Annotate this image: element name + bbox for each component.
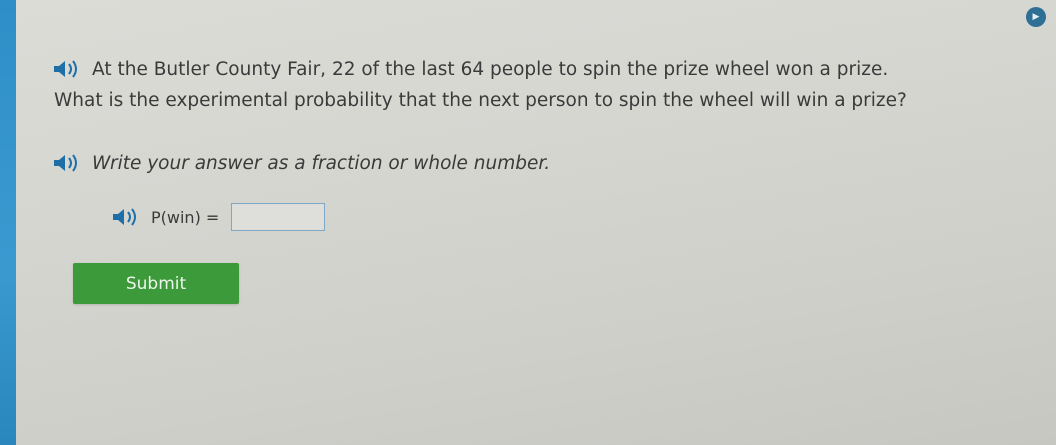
practice-panel: ▶ At the Butler County Fair, 22 of the l… [16,0,1056,445]
speaker-icon[interactable] [52,152,82,174]
answer-input[interactable] [231,203,326,231]
instruction-text: Write your answer as a fraction or whole… [92,152,551,174]
left-accent-bar [0,0,16,445]
question-text-1: At the Butler County Fair, 22 of the las… [92,58,889,80]
instruction-line: Write your answer as a fraction or whole… [52,152,550,174]
question-line-2: What is the experimental probability tha… [54,90,907,111]
answer-row: P(win) = [111,203,326,231]
speaker-icon[interactable] [111,206,141,228]
submit-button[interactable]: Submit [73,263,239,304]
question-line-1: At the Butler County Fair, 22 of the las… [52,58,888,80]
answer-label: P(win) = [151,207,220,227]
play-icon[interactable]: ▶ [1026,7,1046,27]
question-text-2: What is the experimental probability tha… [54,90,907,111]
speaker-icon[interactable] [52,58,82,80]
